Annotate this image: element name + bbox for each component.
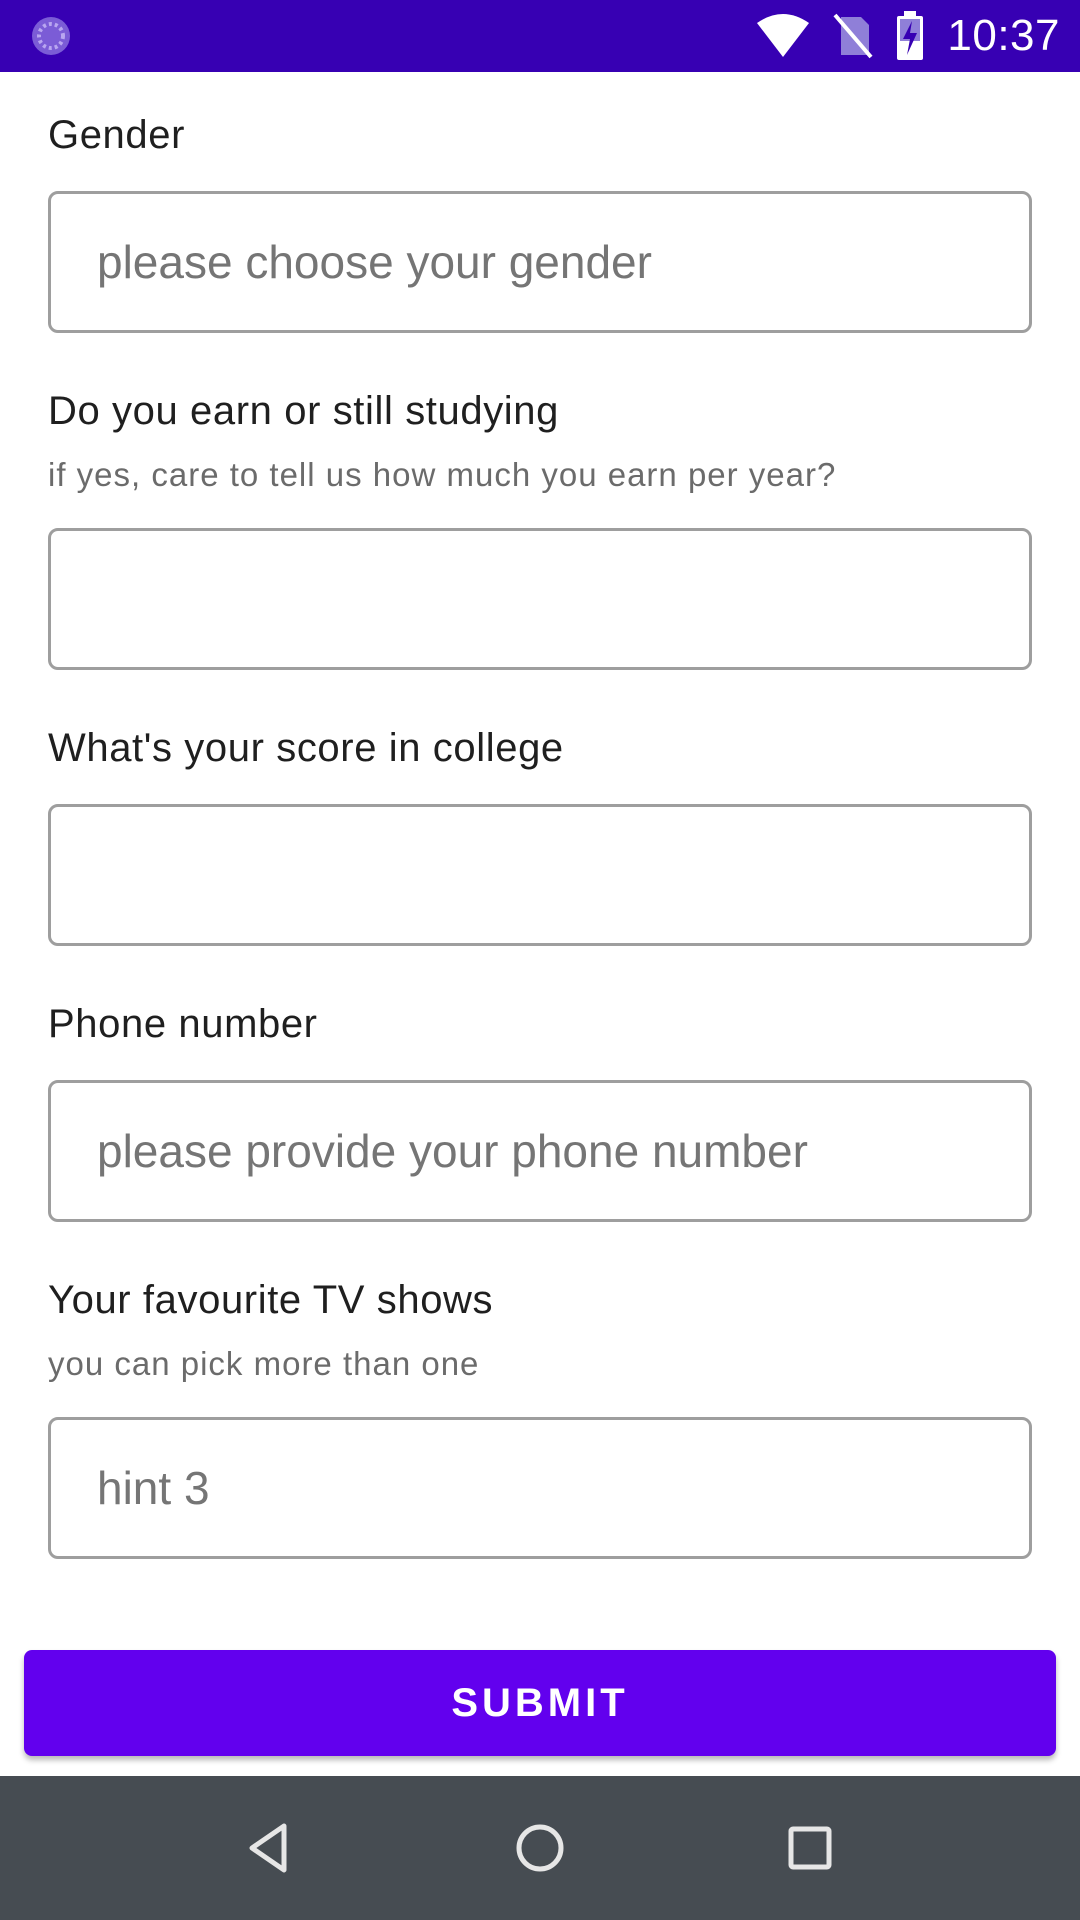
screen: 10:37 Gender Do you earn or still studyi… [0, 0, 1080, 1920]
tv-shows-input[interactable] [97, 1461, 1029, 1515]
navigation-bar [0, 1776, 1080, 1920]
score-input[interactable] [97, 848, 1029, 902]
gender-input[interactable] [97, 235, 1029, 289]
battery-charging-icon [897, 11, 924, 60]
earn-field[interactable] [48, 528, 1032, 670]
gender-label: Gender [48, 113, 186, 157]
gender-field[interactable] [48, 191, 1032, 333]
submit-button[interactable]: SUBMIT [24, 1650, 1056, 1756]
score-field[interactable] [48, 804, 1032, 946]
home-icon[interactable] [510, 1818, 570, 1878]
status-time: 10:37 [947, 11, 1060, 60]
earn-label: Do you earn or still studying [48, 389, 559, 433]
no-sim-icon [833, 13, 873, 59]
score-label: What's your score in college [48, 726, 564, 770]
status-bar: 10:37 [0, 0, 1080, 72]
wifi-icon [757, 14, 810, 57]
tv-shows-field[interactable] [48, 1417, 1032, 1559]
tv-shows-helper: you can pick more than one [48, 1345, 480, 1382]
tv-shows-label: Your favourite TV shows [48, 1278, 494, 1322]
phone-label: Phone number [48, 1002, 318, 1046]
app-notification-icon [32, 17, 70, 55]
phone-field[interactable] [48, 1080, 1032, 1222]
recents-icon[interactable] [780, 1818, 840, 1878]
earn-input[interactable] [97, 572, 1029, 626]
back-icon[interactable] [240, 1818, 300, 1878]
earn-helper: if yes, care to tell us how much you ear… [48, 456, 837, 493]
phone-input[interactable] [97, 1124, 1029, 1178]
